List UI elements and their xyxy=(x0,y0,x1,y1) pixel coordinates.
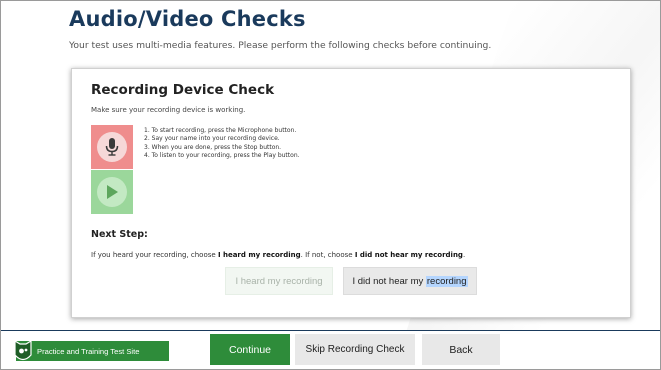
next-step-instruction: If you heard your recording, choose I he… xyxy=(91,251,465,259)
selected-text: recording xyxy=(425,275,468,287)
play-button[interactable] xyxy=(91,170,133,214)
owl-logo-icon xyxy=(12,338,34,364)
site-label: Practice and Training Test Site xyxy=(37,346,140,356)
microphone-button[interactable] xyxy=(91,125,133,169)
microphone-icon xyxy=(97,132,127,162)
recorder-widget xyxy=(91,125,133,214)
play-icon xyxy=(97,177,127,207)
recording-check-title: Recording Device Check xyxy=(91,82,275,98)
step-item: 1. To start recording, press the Microph… xyxy=(144,127,297,134)
next-step-heading: Next Step: xyxy=(91,229,148,240)
heard-recording-button[interactable]: I heard my recording xyxy=(225,267,333,295)
continue-button[interactable]: Continue xyxy=(210,334,290,365)
instruction-bold: I heard my recording xyxy=(217,251,301,259)
instruction-text: . If not, choose xyxy=(300,251,355,259)
step-item: 4. To listen to your recording, press th… xyxy=(144,152,300,160)
skip-recording-check-button[interactable]: Skip Recording Check xyxy=(295,334,415,365)
step-item: 2. Say your name into your recording dev… xyxy=(144,135,280,143)
recording-steps: 1. To start recording, press the Microph… xyxy=(144,127,300,161)
instruction-text: . xyxy=(462,251,466,259)
recording-device-check-panel: Recording Device Check Make sure your re… xyxy=(71,68,631,318)
step-item: 3. When you are done, press the Stop but… xyxy=(144,143,282,151)
app-window: Audio/Video Checks Your test uses multi-… xyxy=(0,0,661,370)
page-title: Audio/Video Checks xyxy=(69,7,306,31)
page-subtitle: Your test uses multi-media features. Ple… xyxy=(69,40,492,51)
back-button[interactable]: Back xyxy=(422,334,500,365)
site-badge[interactable]: Practice and Training Test Site xyxy=(14,339,169,361)
instruction-text: If you heard your recording, choose xyxy=(91,251,218,259)
button-label: I did not hear my xyxy=(352,275,426,287)
not-heard-recording-button[interactable]: I did not hear my recording xyxy=(343,267,477,295)
recording-check-subtitle: Make sure your recording device is worki… xyxy=(91,106,246,114)
footer-divider xyxy=(1,330,660,331)
instruction-bold: I did not hear my recording xyxy=(354,251,463,259)
